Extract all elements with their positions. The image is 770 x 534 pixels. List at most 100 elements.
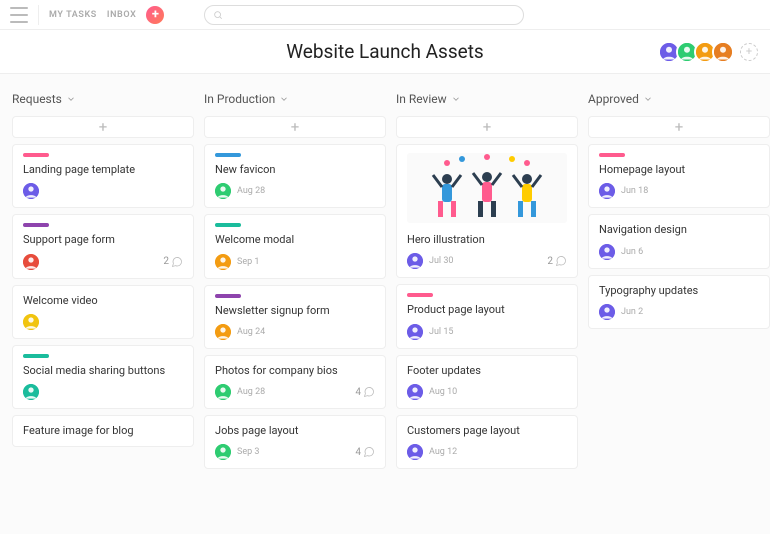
- due-date: Aug 28: [237, 186, 265, 196]
- card-title: New favicon: [215, 163, 375, 177]
- card-footer: Jun 2: [599, 304, 759, 320]
- comment-count[interactable]: 4: [355, 446, 375, 458]
- assignee-avatar[interactable]: [215, 183, 231, 199]
- assignee-avatar[interactable]: [23, 183, 39, 199]
- column: Approved + Homepage layoutJun 18 Navigatio…: [588, 92, 770, 524]
- assignee-avatar[interactable]: [599, 183, 615, 199]
- card-title: Product page layout: [407, 303, 567, 317]
- card[interactable]: Landing page template: [12, 144, 194, 208]
- card-title: Feature image for blog: [23, 424, 183, 438]
- assignee-avatar[interactable]: [599, 304, 615, 320]
- column-title: In Production: [204, 92, 275, 106]
- column: In Review + Hero illustration Jul 30 2 Prod…: [396, 92, 578, 524]
- divider: [38, 5, 39, 25]
- assignee-avatar[interactable]: [215, 254, 231, 270]
- search-input[interactable]: [204, 5, 524, 25]
- card-title: Jobs page layout: [215, 424, 375, 438]
- chevron-down-icon: [643, 94, 653, 104]
- card[interactable]: Navigation design Jun 6: [588, 214, 770, 268]
- comment-icon: [363, 386, 375, 398]
- assignee-avatar[interactable]: [23, 254, 39, 270]
- card[interactable]: Support page form 2: [12, 214, 194, 278]
- card[interactable]: Hero illustration Jul 30 2: [396, 144, 578, 278]
- nav-inbox[interactable]: INBOX: [107, 10, 136, 20]
- chevron-down-icon: [279, 94, 289, 104]
- card-tag: [215, 223, 241, 227]
- menu-icon[interactable]: [10, 7, 28, 23]
- chevron-down-icon: [451, 94, 461, 104]
- due-date: Sep 1: [237, 257, 259, 267]
- assignee-avatar[interactable]: [407, 384, 423, 400]
- member-avatar[interactable]: [712, 41, 734, 63]
- card-footer: Aug 10: [407, 384, 567, 400]
- card-title: Newsletter signup form: [215, 304, 375, 318]
- card[interactable]: Homepage layoutJun 18: [588, 144, 770, 208]
- card[interactable]: New favicon Aug 28: [204, 144, 386, 208]
- column-header[interactable]: Requests: [12, 92, 194, 110]
- nav-my-tasks[interactable]: MY TASKS: [49, 10, 97, 20]
- card[interactable]: Product page layout Jul 15: [396, 284, 578, 348]
- card-footer: [23, 314, 183, 330]
- assignee-avatar[interactable]: [23, 314, 39, 330]
- assignee-avatar[interactable]: [407, 253, 423, 269]
- card-footer: Aug 24: [215, 324, 375, 340]
- column-header[interactable]: In Production: [204, 92, 386, 110]
- card[interactable]: Newsletter signup form Aug 24: [204, 285, 386, 349]
- comment-count[interactable]: 2: [547, 255, 567, 267]
- column-title: Approved: [588, 92, 639, 106]
- column: Requests +Landing page templateSupport p…: [12, 92, 194, 524]
- search-icon: [213, 10, 223, 20]
- card-tag: [23, 153, 49, 157]
- card[interactable]: Welcome video: [12, 285, 194, 339]
- card-title: Navigation design: [599, 223, 759, 237]
- column-header[interactable]: Approved: [588, 92, 770, 110]
- card-title: Photos for company bios: [215, 364, 375, 378]
- card-footer: Jun 6: [599, 244, 759, 260]
- card[interactable]: Jobs page layout Sep 3 4: [204, 415, 386, 469]
- add-button[interactable]: +: [146, 6, 164, 24]
- card[interactable]: Social media sharing buttons: [12, 345, 194, 409]
- card-cover-illustration: [407, 153, 567, 223]
- assignee-avatar[interactable]: [215, 444, 231, 460]
- card[interactable]: Customers page layout Aug 12: [396, 415, 578, 469]
- due-date: Aug 28: [237, 387, 265, 397]
- card-title: Customers page layout: [407, 424, 567, 438]
- assignee-avatar[interactable]: [599, 244, 615, 260]
- add-card-button[interactable]: +: [12, 116, 194, 138]
- card-title: Hero illustration: [407, 233, 567, 247]
- due-date: Sep 3: [237, 447, 259, 457]
- page-title: Website Launch Assets: [286, 40, 484, 63]
- top-nav: MY TASKS INBOX +: [0, 0, 770, 30]
- due-date: Aug 12: [429, 447, 457, 457]
- card[interactable]: Footer updatesAug 10: [396, 355, 578, 409]
- card-title: Support page form: [23, 233, 183, 247]
- add-card-button[interactable]: +: [588, 116, 770, 138]
- add-card-button[interactable]: +: [396, 116, 578, 138]
- comment-icon: [555, 255, 567, 267]
- card-tag: [23, 354, 49, 358]
- add-card-button[interactable]: +: [204, 116, 386, 138]
- comment-count[interactable]: 4: [355, 386, 375, 398]
- due-date: Jul 30: [429, 256, 453, 266]
- card-footer: Sep 1: [215, 254, 375, 270]
- card[interactable]: Feature image for blog: [12, 415, 194, 447]
- assignee-avatar[interactable]: [407, 324, 423, 340]
- card[interactable]: Welcome modalSep 1: [204, 214, 386, 278]
- assignee-avatar[interactable]: [215, 384, 231, 400]
- column-header[interactable]: In Review: [396, 92, 578, 110]
- card-footer: Jul 15: [407, 324, 567, 340]
- card-tag: [215, 153, 241, 157]
- add-member-button[interactable]: +: [740, 43, 758, 61]
- card[interactable]: Photos for company bios Aug 28 4: [204, 355, 386, 409]
- card-tag: [23, 223, 49, 227]
- column: In Production + New favicon Aug 28 Welcome …: [204, 92, 386, 524]
- assignee-avatar[interactable]: [215, 324, 231, 340]
- card[interactable]: Typography updatesJun 2: [588, 275, 770, 329]
- chevron-down-icon: [66, 94, 76, 104]
- card-footer: Jul 30 2: [407, 253, 567, 269]
- column-title: Requests: [12, 92, 62, 106]
- comment-count[interactable]: 2: [163, 256, 183, 268]
- assignee-avatar[interactable]: [407, 444, 423, 460]
- due-date: Jun 6: [621, 247, 643, 257]
- assignee-avatar[interactable]: [23, 384, 39, 400]
